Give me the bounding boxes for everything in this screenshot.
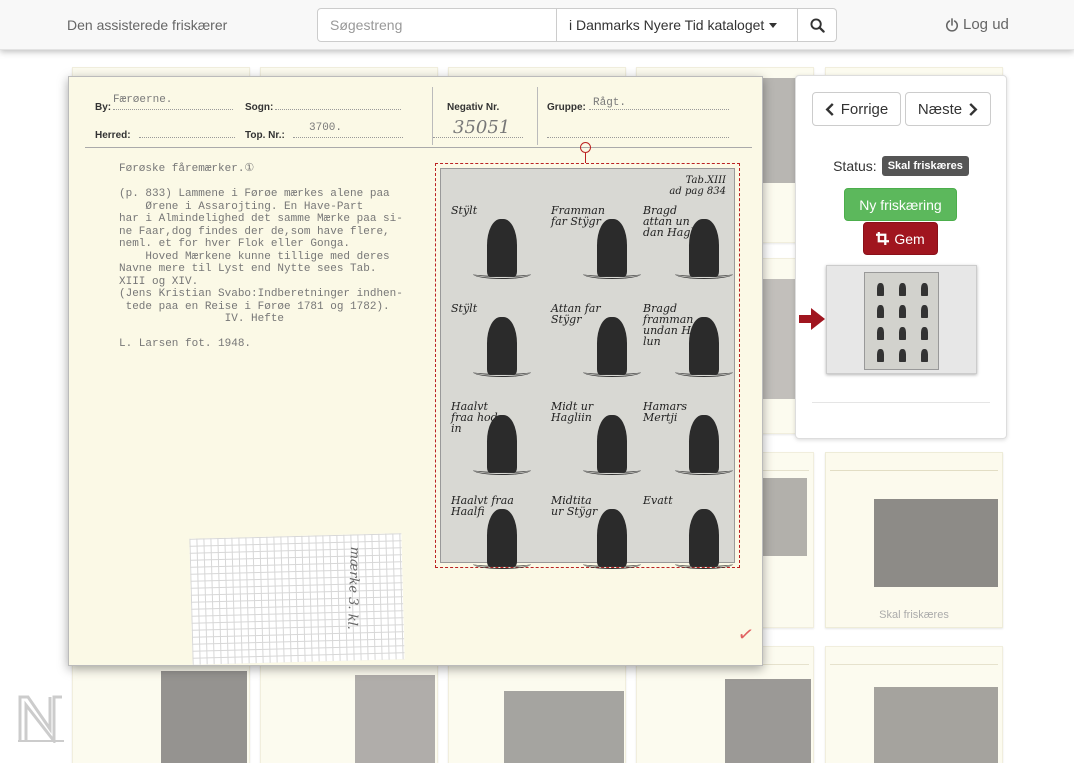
wool-tuft [675, 367, 733, 377]
preview-mark [877, 283, 884, 296]
ear-mark-figure: Attan far Stÿgr [545, 303, 645, 391]
ear-mark-figure: Haalvt fraa Haalfi [447, 495, 547, 583]
search-button[interactable] [798, 8, 837, 42]
crop-selection[interactable]: Tab.XIII ad pag 834 Stÿlt Framman far Stÿ… [435, 163, 740, 569]
thumbnail-card[interactable] [825, 646, 1003, 763]
graph-paper-note [189, 533, 405, 665]
catalog-dropdown[interactable]: i Danmarks Nyere Tid kataloget [557, 8, 798, 42]
preview-mark [921, 327, 928, 340]
ear-mark-label: Evatt [643, 494, 673, 507]
crop-preview-image [864, 272, 939, 370]
ear-mark-figure: Framman far Stÿgr [545, 205, 645, 293]
ear-mark-label: Framman far Stÿgr [551, 204, 605, 228]
plate-tab-label: Tab.XIII ad pag 834 [669, 175, 726, 197]
logout-label: Log ud [963, 16, 1009, 33]
crop-handle-stem [585, 153, 586, 163]
search-icon [809, 17, 825, 33]
wool-tuft [473, 465, 531, 475]
save-label: Gem [894, 230, 925, 247]
wool-tuft [583, 269, 641, 279]
wool-tuft [675, 559, 733, 569]
ear-mark-figure: Haalvt fraa hod in [447, 401, 547, 489]
ear-mark-figure: Bragd framman undan Hag lun [637, 303, 737, 391]
wool-tuft [675, 269, 733, 279]
ear-mark-figure: Stÿlt [447, 303, 547, 391]
preview-mark [877, 327, 884, 340]
wool-tuft [473, 269, 531, 279]
page: Skal friskæres Den assisterede friskærer… [0, 0, 1074, 763]
preview-mark [921, 349, 928, 362]
catalog-dropdown-label: i Danmarks Nyere Tid kataloget [569, 17, 765, 33]
record-viewer[interactable]: By: Færøerne. Sogn: Herred: Top. Nr.: 37… [68, 76, 763, 666]
thumbnail-card[interactable]: Skal friskæres [825, 452, 1003, 628]
field-label-by: By: [95, 102, 112, 113]
ear-mark-label: Stÿlt [451, 204, 478, 217]
wool-tuft [675, 465, 733, 475]
field-value-negativ: 35051 [453, 117, 511, 138]
field-label-sogn: Sogn: [245, 102, 274, 113]
status-row: Status: Skal friskæres [796, 156, 1006, 176]
preview-mark [899, 327, 906, 340]
wool-tuft [583, 367, 641, 377]
app-brand[interactable]: Den assisterede friskærer [67, 17, 227, 33]
crop-preview[interactable] [826, 265, 977, 374]
preview-mark [921, 283, 928, 296]
wool-tuft [473, 559, 531, 569]
preview-mark [899, 283, 906, 296]
ear-mark-figure: Stÿlt [447, 205, 547, 293]
logout-link[interactable]: Log ud [945, 16, 1009, 33]
ear-mark-label: Midtita ur Stÿgr [551, 494, 598, 518]
previous-button[interactable]: Forrige [812, 92, 901, 126]
field-label-topnr: Top. Nr.: [245, 130, 285, 141]
next-label: Næste [917, 100, 963, 118]
ear-mark-figure: Bragd attan un dan Hagliin [637, 205, 737, 293]
field-value-gruppe: Rågt. [593, 97, 627, 109]
ear-mark-figure: Evatt [637, 495, 737, 583]
field-label-herred: Herred: [95, 130, 131, 141]
panel-divider [812, 402, 990, 403]
ear-marks-plate-photo: Tab.XIII ad pag 834 Stÿlt Framman far Stÿ… [440, 168, 737, 569]
record-description: Førøske fåremærker.① (p. 833) Lammene i … [119, 163, 403, 350]
field-value-topnr: 3700. [309, 122, 343, 134]
status-label: Status: [833, 158, 877, 174]
ear-mark-label: Attan far Stÿgr [551, 302, 601, 326]
preview-mark [877, 349, 884, 362]
preview-mark [899, 349, 906, 362]
previous-label: Forrige [840, 100, 889, 118]
preview-mark [921, 305, 928, 318]
wool-tuft [473, 367, 531, 377]
top-navbar: Den assisterede friskærer i Danmarks Nye… [0, 0, 1074, 50]
field-value-by: Færøerne. [113, 94, 173, 106]
ear-mark-figure: Hamars Mertji [637, 401, 737, 489]
thumbnail-caption: Skal friskæres [879, 609, 949, 621]
wool-tuft [583, 559, 641, 569]
wool-tuft [583, 465, 641, 475]
power-icon [945, 17, 959, 32]
next-button[interactable]: Næste [905, 92, 991, 126]
crop-save-icon [876, 232, 890, 245]
preview-mark [899, 305, 906, 318]
ear-mark-label: Stÿlt [451, 302, 478, 315]
arrow-right-icon [799, 308, 825, 330]
caret-down-icon [769, 22, 778, 28]
checkmark-icon: ✓ [736, 622, 755, 649]
control-panel: Forrige Næste Status: Skal friskæres Ny … [795, 75, 1007, 439]
chevron-left-icon [825, 102, 834, 116]
ear-mark-label: Midt ur Hagliin [551, 400, 594, 424]
new-crop-button[interactable]: Ny friskæring [844, 188, 957, 221]
ear-mark-figure: Midt ur Hagliin [545, 401, 645, 489]
crop-rotate-handle[interactable] [580, 142, 591, 153]
preview-mark [877, 305, 884, 318]
save-button[interactable]: Gem [863, 222, 938, 255]
ear-mark-figure: Midtita ur Stÿgr [545, 495, 645, 583]
field-label-gruppe: Gruppe: [547, 102, 586, 113]
search-group: i Danmarks Nyere Tid kataloget [317, 8, 837, 42]
n-logo-icon [18, 695, 64, 743]
status-badge: Skal friskæres [881, 156, 969, 176]
ear-mark-label: Hamars Mertji [643, 400, 688, 424]
field-label-negativ: Negativ Nr. [447, 102, 500, 113]
search-input[interactable] [317, 8, 557, 42]
handwritten-note: mærke 3. kl. [344, 546, 362, 631]
chevron-right-icon [969, 102, 978, 116]
